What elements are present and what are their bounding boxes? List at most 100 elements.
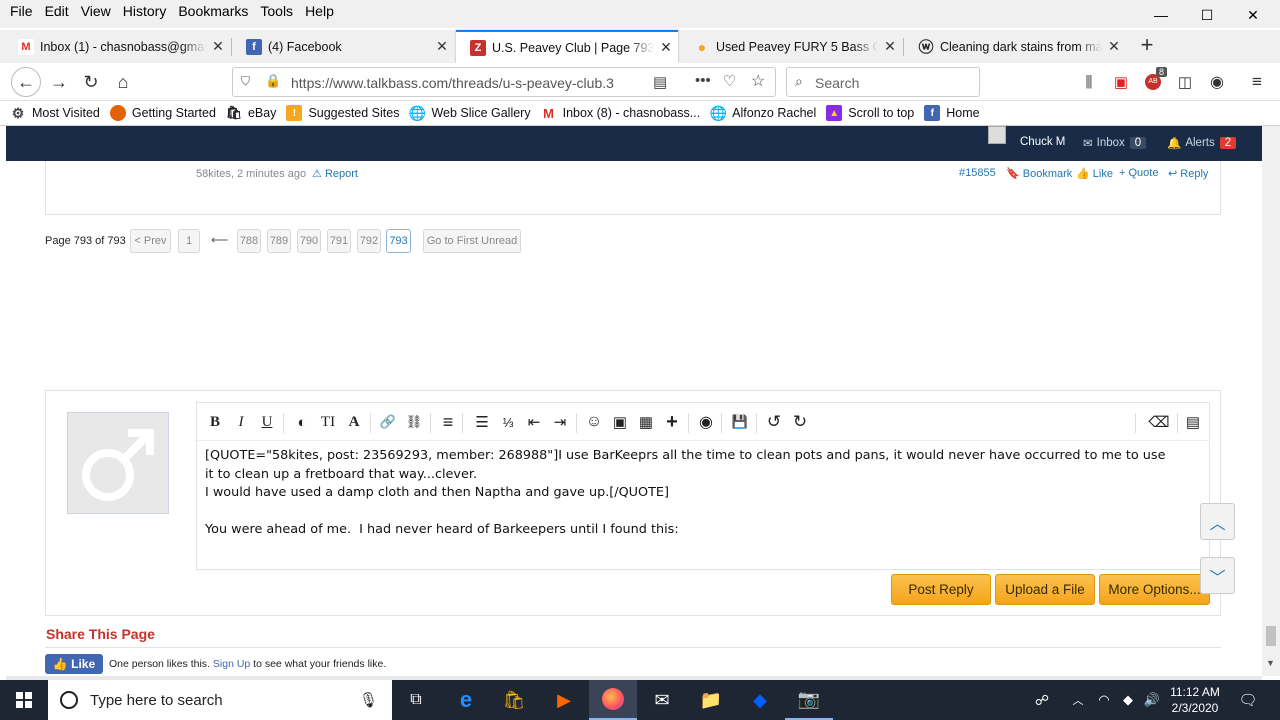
page-1-button[interactable]: 1 <box>178 229 200 253</box>
close-tab-icon[interactable]: ✕ <box>206 38 230 55</box>
text-color-button[interactable]: ◐ <box>289 403 315 441</box>
smilie-button[interactable]: ☺ <box>581 403 607 441</box>
insert-button[interactable]: + <box>659 403 685 441</box>
upload-file-button[interactable]: Upload a File <box>995 574 1095 605</box>
home-icon[interactable]: ⌂ <box>108 68 138 96</box>
maximize-button[interactable]: ☐ <box>1184 0 1230 30</box>
search-input[interactable]: Search <box>815 75 859 91</box>
menu-help[interactable]: Help <box>299 3 340 19</box>
avatar[interactable] <box>988 126 1006 144</box>
store-icon[interactable]: 🛍 <box>490 680 538 720</box>
align-button[interactable]: ≡ <box>435 403 461 441</box>
indent-button[interactable]: ⇥ <box>547 403 573 441</box>
adblock-icon[interactable]: AB 8 <box>1138 67 1168 96</box>
forward-icon[interactable]: → <box>44 68 74 96</box>
like-link[interactable]: 👍 Like <box>1076 167 1113 180</box>
tab-reverb[interactable]: ● Used Peavey FURY 5 Bass Guitar ✕ <box>680 30 902 63</box>
menu-history[interactable]: History <box>117 3 173 19</box>
page-skip-icon[interactable]: ⟵ <box>211 233 228 247</box>
reply-link[interactable]: ↩ Reply <box>1168 167 1208 180</box>
alerts-link[interactable]: 🔔 Alerts 2 <box>1167 136 1237 150</box>
toggle-bbcode-button[interactable]: ▤ <box>1180 403 1206 441</box>
file-explorer-icon[interactable]: 📁 <box>687 680 735 720</box>
inbox-link[interactable]: ✉ Inbox 0 <box>1083 136 1147 150</box>
account-icon[interactable]: ◉ <box>1202 68 1232 96</box>
bookmark-suggested-sites[interactable]: ! Suggested Sites <box>286 105 399 121</box>
page-788-button[interactable]: 788 <box>237 229 261 253</box>
bookmark-most-visited[interactable]: ⚙ Most Visited <box>10 105 100 121</box>
page-791-button[interactable]: 791 <box>327 229 351 253</box>
image-button[interactable]: ▣ <box>607 403 633 441</box>
quote-link[interactable]: + Quote <box>1119 167 1158 179</box>
tracking-shield-icon[interactable]: ⛉ <box>241 74 250 89</box>
media-player-icon[interactable]: ▶ <box>540 680 588 720</box>
menu-file[interactable]: File <box>0 3 39 19</box>
save-draft-button[interactable]: 💾 <box>727 403 753 441</box>
bookmark-ebay[interactable]: 🛍 eBay <box>226 105 277 121</box>
menu-view[interactable]: View <box>75 3 117 19</box>
show-hidden-icons-icon[interactable]: ︿ <box>1066 680 1090 720</box>
close-tab-icon[interactable]: ✕ <box>1102 38 1126 55</box>
page-793-button[interactable]: 793 <box>386 229 411 253</box>
italic-button[interactable]: I <box>228 403 254 441</box>
windows-start-icon[interactable] <box>0 680 48 720</box>
font-family-button[interactable]: A <box>341 403 367 441</box>
bookmark-inbox[interactable]: M Inbox (8) - chasnobass... <box>541 105 700 121</box>
bookmark-scroll-top[interactable]: ▲ Scroll to top <box>826 105 914 121</box>
wifi-icon[interactable]: ◠ <box>1092 680 1116 720</box>
page-789-button[interactable]: 789 <box>267 229 291 253</box>
mail-icon[interactable]: ✉ <box>638 680 686 720</box>
scrollbar-thumb[interactable] <box>1266 626 1276 646</box>
reload-icon[interactable]: ↻ <box>76 68 106 96</box>
editor-textarea[interactable]: [QUOTE="58kites, post: 23569293, member:… <box>205 447 1201 540</box>
taskbar-clock[interactable]: 11:12 AM 2/3/2020 <box>1166 684 1224 716</box>
link-button[interactable]: 🔗 <box>375 403 401 441</box>
microphone-icon[interactable]: 🎙 <box>359 691 378 709</box>
screenshot-app-icon[interactable]: 📷 <box>785 680 833 720</box>
reader-view-icon[interactable]: ▤ <box>653 73 667 91</box>
signup-link[interactable]: Sign Up <box>213 658 250 670</box>
pocket-icon[interactable]: ♡ <box>723 72 736 90</box>
new-tab-button[interactable]: + <box>1132 32 1162 60</box>
report-link[interactable]: ⚠ Report <box>312 167 358 180</box>
bookmark-star-icon[interactable]: ☆ <box>751 71 765 91</box>
media-button[interactable]: ▦ <box>633 403 659 441</box>
scroll-down-arrow-icon[interactable]: ▼ <box>1266 658 1275 668</box>
library-icon[interactable]: ⫼ <box>1074 68 1104 96</box>
facebook-like-button[interactable]: 👍 Like <box>45 654 103 674</box>
bookmark-web-slice[interactable]: 🌐 Web Slice Gallery <box>409 105 531 121</box>
close-tab-icon[interactable]: ✕ <box>654 39 678 56</box>
user-name[interactable]: Chuck M <box>1020 136 1065 148</box>
bookmark-home[interactable]: f Home <box>924 105 980 121</box>
page-actions-icon[interactable]: ••• <box>695 72 711 89</box>
bookmark-link[interactable]: 🔖 Bookmark <box>1006 167 1072 180</box>
lock-icon[interactable]: 🔒 <box>265 73 281 89</box>
pocket-save-icon[interactable]: ▣ <box>1106 68 1136 96</box>
tab-gmail[interactable]: M Inbox (1) - chasnobass@gmail.com ✕ <box>4 30 230 63</box>
prev-page-button[interactable]: < Prev <box>130 229 171 253</box>
underline-button[interactable]: U <box>254 403 280 441</box>
hamburger-menu-icon[interactable]: ≡ <box>1242 68 1272 96</box>
tab-talkbass[interactable]: Z U.S. Peavey Club | Page 793 | TalkBass… <box>456 30 678 63</box>
people-icon[interactable]: ☍ <box>1020 680 1064 720</box>
firefox-taskbar-icon[interactable] <box>589 680 637 720</box>
scroll-down-button[interactable]: ﹀ <box>1200 557 1235 594</box>
page-scrollbar[interactable]: ▼ <box>1262 126 1280 676</box>
search-bar[interactable]: ⌕ Search <box>786 67 980 97</box>
menu-bookmarks[interactable]: Bookmarks <box>172 3 254 19</box>
menu-edit[interactable]: Edit <box>39 3 75 19</box>
undo-button[interactable]: ↺ <box>761 403 787 441</box>
numbered-list-button[interactable]: ⅓ <box>495 403 521 441</box>
post-number[interactable]: #15855 <box>959 167 996 179</box>
scroll-up-button[interactable]: ︿ <box>1200 503 1235 540</box>
bold-button[interactable]: B <box>202 403 228 441</box>
tab-wordpress[interactable]: ⓦ Cleaning dark stains from maple ✕ <box>904 30 1126 63</box>
minimize-button[interactable]: — <box>1138 0 1184 30</box>
close-tab-icon[interactable]: ✕ <box>878 38 902 55</box>
more-options-button[interactable]: More Options... <box>1099 574 1210 605</box>
bullet-list-button[interactable]: ☰ <box>469 403 495 441</box>
taskbar-search[interactable]: Type here to search 🎙 <box>48 680 392 720</box>
tab-facebook[interactable]: f (4) Facebook ✕ <box>232 30 454 63</box>
menu-tools[interactable]: Tools <box>254 3 299 19</box>
back-icon[interactable]: ← <box>11 67 41 97</box>
